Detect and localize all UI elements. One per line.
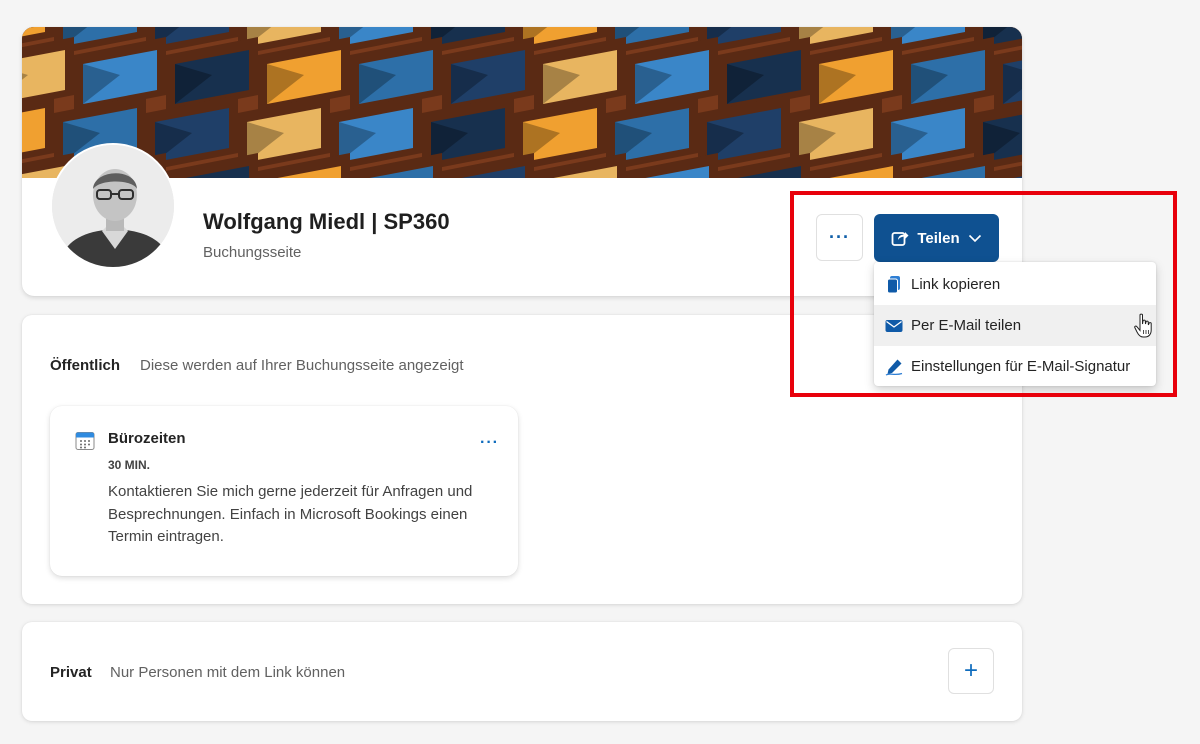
hand-cursor-icon — [1134, 313, 1152, 338]
calendar-icon — [75, 432, 95, 450]
avatar — [50, 143, 176, 269]
profile-name: Wolfgang Miedl | SP360 — [203, 209, 450, 234]
service-duration: 30 MIN. — [108, 458, 151, 472]
private-section-title: Privat — [50, 664, 92, 681]
add-button[interactable]: + — [948, 648, 994, 694]
highlight-box — [790, 191, 1177, 397]
public-section-title: Öffentlich — [50, 357, 120, 374]
private-section-description: Nur Personen mit dem Link können — [110, 664, 346, 681]
service-title: Bürozeiten — [108, 430, 186, 447]
service-card[interactable]: Bürozeiten 30 MIN. Kontaktieren Sie mich… — [50, 406, 518, 576]
service-description: Kontaktieren Sie mich gerne jederzeit fü… — [108, 483, 473, 545]
plus-icon: + — [963, 657, 978, 684]
public-section-description: Diese werden auf Ihrer Buchungsseite ang… — [140, 357, 464, 374]
service-more-button[interactable]: ··· — [480, 434, 499, 452]
profile-subtitle: Buchungsseite — [203, 244, 302, 261]
cover-image — [22, 27, 1022, 178]
private-section: Privat Nur Personen mit dem Link können … — [22, 622, 1022, 721]
